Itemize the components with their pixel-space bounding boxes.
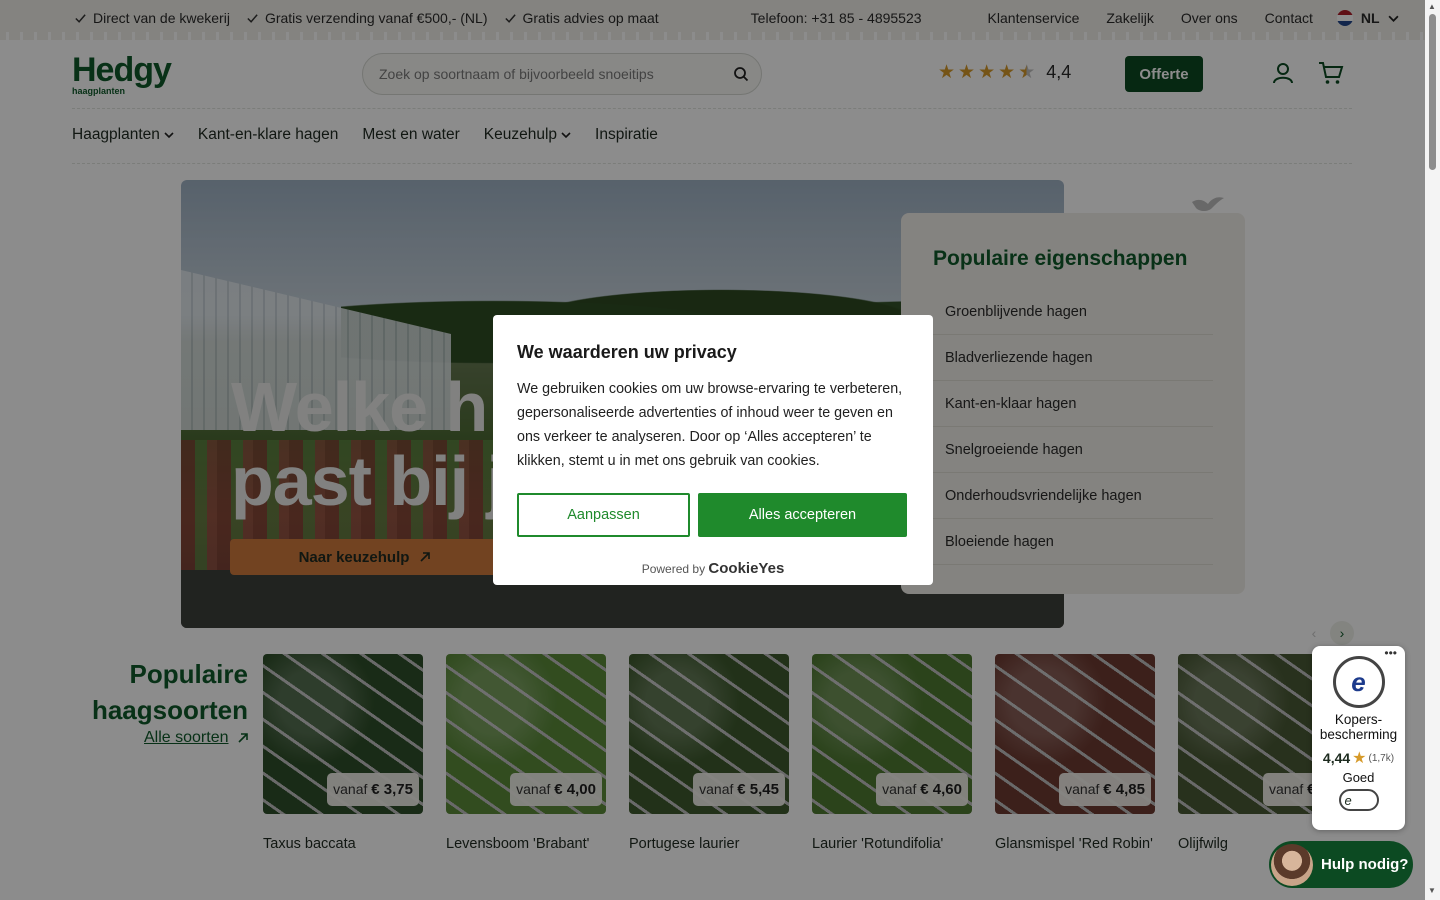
accept-all-button[interactable]: Alles accepteren (698, 493, 907, 537)
ts-score-value: 4,44 (1322, 750, 1351, 766)
powered-by: Powered by CookieYes (517, 560, 909, 577)
protection-label: Kopers-bescherming (1319, 712, 1398, 742)
star-icon: ★ (1352, 750, 1367, 767)
more-icon[interactable]: ••• (1384, 646, 1397, 660)
cookieyes-logo[interactable]: CookieYes (708, 560, 784, 577)
scroll-down-icon[interactable]: ▼ (1428, 886, 1436, 895)
adjust-button[interactable]: Aanpassen (517, 493, 690, 537)
cookie-consent-dialog: We waarderen uw privacy We gebruiken coo… (493, 315, 933, 585)
avatar (1271, 843, 1313, 886)
ts-review-count: (1,7k) (1368, 752, 1395, 764)
cookie-buttons: Aanpassen Alles accepteren (517, 493, 909, 537)
scrollbar[interactable]: ▲ ▼ (1425, 0, 1440, 900)
ts-toggle-icon[interactable]: e (1338, 789, 1379, 811)
powered-by-label: Powered by (641, 562, 706, 576)
help-chat-button[interactable]: Hulp nodig? (1269, 841, 1413, 888)
cookie-title: We waarderen uw privacy (517, 342, 737, 362)
trusted-shops-badge[interactable]: ••• e Kopers-bescherming 4,44 ★ (1,7k) G… (1312, 646, 1405, 830)
scroll-up-icon[interactable]: ▲ (1428, 2, 1436, 11)
ts-score: 4,44 ★ (1,7k) (1312, 748, 1405, 768)
ts-verdict: Goed (1342, 770, 1375, 785)
help-label: Hulp nodig? (1321, 856, 1409, 873)
cookie-body: We gebruiken cookies om uw browse-ervari… (517, 381, 903, 469)
trusted-shops-seal-icon: e (1332, 656, 1385, 708)
scrollbar-thumb[interactable] (1429, 14, 1436, 170)
